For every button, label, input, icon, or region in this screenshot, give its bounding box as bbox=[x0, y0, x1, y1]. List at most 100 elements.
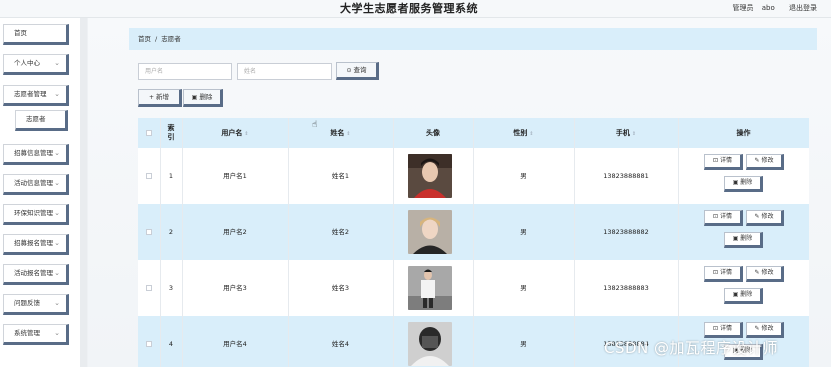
cell-gender: 男 bbox=[520, 340, 527, 348]
sidebar-item-recruit-signup[interactable]: 招募报名管理 ⌄ bbox=[3, 234, 69, 255]
watermark: CSDN @加瓦程序设计师 bbox=[604, 339, 779, 357]
cell-name: 姓名3 bbox=[331, 284, 350, 292]
cell-index: 3 bbox=[168, 284, 174, 292]
top-bar: 大学生志愿者服务管理系统 管理员 abo 退出登录 bbox=[0, 0, 831, 18]
cell-username: 用户名4 bbox=[223, 340, 247, 348]
chevron-down-icon: ⌄ bbox=[54, 90, 60, 98]
name-search-input[interactable]: 姓名 bbox=[237, 63, 332, 80]
sidebar-scrollbar[interactable] bbox=[80, 18, 87, 367]
sort-icon: ⇕ bbox=[631, 131, 637, 137]
sort-icon: ⇕ bbox=[244, 131, 249, 137]
chevron-down-icon: ⌄ bbox=[54, 239, 60, 247]
header-avatar: 头像 bbox=[426, 129, 440, 137]
header-actions: 操作 bbox=[736, 129, 751, 137]
sidebar-item-volunteer-mgmt[interactable]: 志愿者管理 ⌄ bbox=[3, 85, 69, 106]
cell-gender: 男 bbox=[520, 172, 527, 180]
cell-name: 姓名1 bbox=[331, 172, 350, 180]
breadcrumb-separator: / bbox=[155, 35, 158, 43]
row-checkbox[interactable] bbox=[146, 285, 152, 291]
username-search-input[interactable]: 用户名 bbox=[138, 63, 232, 80]
row-delete-button[interactable]: ▣ 删除 bbox=[724, 176, 763, 192]
column-divider bbox=[182, 118, 183, 367]
cell-phone: 13823888883 bbox=[603, 284, 649, 292]
detail-icon: ⊡ bbox=[713, 269, 720, 276]
edit-button[interactable]: ✎ 修改 bbox=[746, 266, 784, 282]
sidebar: 首页 个人中心 ⌄ 志愿者管理 ⌄ 志愿者 招募信息管理 ⌄ 活动信息管理 ⌄ 环保知识… bbox=[0, 18, 80, 367]
cell-phone: 13823888881 bbox=[603, 172, 649, 180]
row-checkbox[interactable] bbox=[146, 229, 152, 235]
chevron-down-icon: ⌄ bbox=[54, 179, 60, 187]
edit-button[interactable]: ✎ 修改 bbox=[746, 154, 784, 170]
column-divider bbox=[160, 118, 161, 367]
cell-gender: 男 bbox=[520, 228, 527, 236]
query-button[interactable]: ⊙ 查询 bbox=[336, 62, 379, 80]
cell-index: 1 bbox=[168, 172, 174, 180]
search-icon: ⊙ bbox=[346, 67, 352, 74]
row-checkbox[interactable] bbox=[146, 341, 152, 347]
logout-link[interactable]: 退出登录 bbox=[789, 4, 817, 12]
breadcrumb: 首页 / 志愿者 bbox=[129, 28, 817, 50]
sidebar-item-profile[interactable]: 个人中心 ⌄ bbox=[3, 54, 69, 75]
cell-name: 姓名2 bbox=[331, 228, 350, 236]
detail-button[interactable]: ⊡ 详情 bbox=[704, 154, 743, 170]
sort-icon: ⇕ bbox=[529, 131, 534, 137]
header-name[interactable]: 姓名 ⇕ bbox=[288, 118, 393, 148]
username: abo bbox=[761, 4, 775, 12]
mouse-cursor-icon: ☝ bbox=[312, 120, 318, 130]
cell-index: 4 bbox=[168, 340, 174, 348]
avatar bbox=[408, 322, 452, 366]
user-role: 管理员 bbox=[732, 4, 754, 12]
avatar bbox=[408, 210, 452, 254]
volunteer-table: 索引 用户名 ⇕ 姓名 ⇕ 头像 性别 ⇕ 手机 ⇕ 操作 1 用户名1 姓名1 男 1… bbox=[138, 118, 809, 367]
column-divider bbox=[393, 118, 394, 367]
trash-icon: ▣ bbox=[191, 94, 198, 101]
chevron-down-icon: ⌄ bbox=[54, 269, 60, 277]
cell-username: 用户名3 bbox=[223, 284, 247, 292]
header-username[interactable]: 用户名 ⇕ bbox=[182, 118, 288, 148]
detail-icon: ⊡ bbox=[713, 213, 720, 220]
detail-button[interactable]: ⊡ 详情 bbox=[704, 322, 743, 338]
chevron-down-icon: ⌄ bbox=[54, 149, 60, 157]
cell-username: 用户名1 bbox=[223, 172, 247, 180]
sort-icon: ⇕ bbox=[346, 131, 351, 137]
cell-username: 用户名2 bbox=[223, 228, 247, 236]
sidebar-item-volunteer[interactable]: 志愿者 bbox=[15, 110, 68, 131]
main-content: 首页 / 志愿者 用户名 姓名 ⊙ 查询 + 新增 ▣ 删除 索引 用户名 ⇕ 姓名 ⇕ 头像… bbox=[88, 18, 831, 367]
select-all-checkbox[interactable] bbox=[146, 130, 152, 136]
edit-button[interactable]: ✎ 修改 bbox=[746, 210, 784, 226]
header-phone[interactable]: 手机 ⇕ bbox=[574, 118, 678, 148]
sidebar-item-feedback[interactable]: 问题反馈 ⌄ bbox=[3, 294, 69, 315]
header-index: 索引 bbox=[167, 124, 175, 141]
column-divider bbox=[574, 118, 575, 367]
delete-button[interactable]: ▣ 删除 bbox=[183, 89, 223, 107]
breadcrumb-home[interactable]: 首页 bbox=[138, 35, 151, 43]
column-divider bbox=[473, 118, 474, 367]
cell-gender: 男 bbox=[520, 284, 527, 292]
cell-name: 姓名4 bbox=[331, 340, 350, 348]
site-title: 大学生志愿者服务管理系统 bbox=[340, 2, 478, 15]
detail-icon: ⊡ bbox=[713, 157, 720, 164]
column-divider bbox=[288, 118, 289, 367]
row-delete-button[interactable]: ▣ 删除 bbox=[724, 232, 763, 248]
cell-index: 2 bbox=[168, 228, 174, 236]
detail-button[interactable]: ⊡ 详情 bbox=[704, 210, 743, 226]
sidebar-item-activity-signup[interactable]: 活动报名管理 ⌄ bbox=[3, 264, 69, 285]
sidebar-item-eco-knowledge[interactable]: 环保知识管理 ⌄ bbox=[3, 204, 69, 225]
column-divider bbox=[678, 118, 679, 367]
sidebar-item-home[interactable]: 首页 bbox=[3, 24, 69, 45]
sidebar-item-system[interactable]: 系统管理 ⌄ bbox=[3, 324, 69, 345]
detail-button[interactable]: ⊡ 详情 bbox=[704, 266, 743, 282]
edit-button[interactable]: ✎ 修改 bbox=[746, 322, 784, 338]
row-checkbox[interactable] bbox=[146, 173, 152, 179]
avatar bbox=[408, 266, 452, 310]
avatar bbox=[408, 154, 452, 198]
add-button[interactable]: + 新增 bbox=[138, 89, 182, 107]
sidebar-item-activity-info[interactable]: 活动信息管理 ⌄ bbox=[3, 174, 69, 195]
detail-icon: ⊡ bbox=[713, 325, 720, 332]
row-delete-button[interactable]: ▣ 删除 bbox=[724, 288, 763, 304]
sidebar-item-recruit-info[interactable]: 招募信息管理 ⌄ bbox=[3, 144, 69, 165]
breadcrumb-current: 志愿者 bbox=[161, 35, 181, 43]
chevron-down-icon: ⌄ bbox=[54, 299, 60, 307]
header-gender[interactable]: 性别 ⇕ bbox=[473, 118, 574, 148]
user-area: 管理员 abo 退出登录 bbox=[727, 3, 817, 13]
